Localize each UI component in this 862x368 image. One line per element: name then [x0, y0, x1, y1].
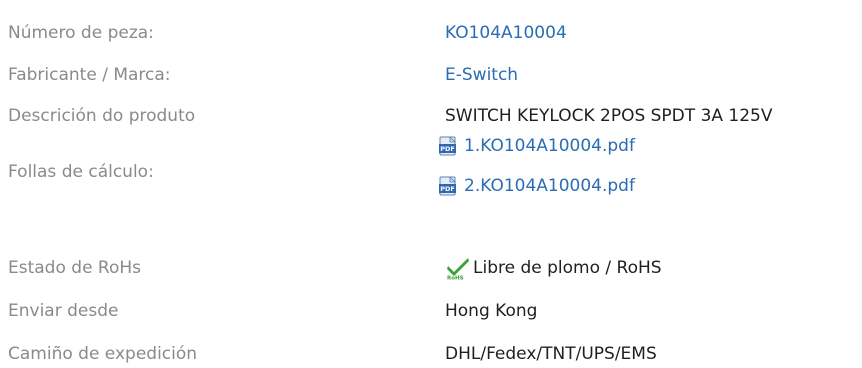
part-number-row: Número de peza: KO104A10004 — [8, 19, 862, 47]
pdf-icon: PDF — [439, 136, 456, 156]
manufacturer-link[interactable]: E-Switch — [445, 61, 518, 89]
ship-from-row: Enviar desde Hong Kong — [8, 297, 862, 325]
manufacturer-row: Fabricante / Marca: E-Switch — [8, 61, 862, 89]
rohs-status: RoHS Libre de plomo / RoHS — [445, 254, 662, 282]
rohs-label: Estado de RoHs — [8, 258, 142, 278]
svg-text:PDF: PDF — [440, 145, 455, 153]
ship-from-value: Hong Kong — [445, 301, 538, 321]
part-number-link[interactable]: KO104A10004 — [445, 19, 567, 47]
svg-text:RoHS: RoHS — [447, 276, 464, 281]
pdf-icon: PDF — [439, 176, 456, 196]
datasheets-row: Follas de cálculo: — [8, 158, 862, 186]
description-label: Descrición do produto — [8, 106, 196, 126]
datasheet-link-2[interactable]: PDF 2.KO104A10004.pdf — [438, 174, 635, 198]
svg-text:PDF: PDF — [440, 185, 455, 193]
rohs-value: Libre de plomo / RoHS — [473, 258, 662, 278]
rohs-check-icon: RoHS — [447, 258, 469, 281]
datasheet-file-1[interactable]: 1.KO104A10004.pdf — [464, 134, 635, 158]
rohs-row: Estado de RoHs RoHS Libre de plomo / RoH… — [8, 254, 862, 282]
ship-from-label: Enviar desde — [8, 301, 119, 321]
description-value: SWITCH KEYLOCK 2POS SPDT 3A 125V — [445, 106, 773, 126]
datasheets-label: Follas de cálculo: — [8, 162, 154, 182]
description-row: Descrición do produto SWITCH KEYLOCK 2PO… — [8, 102, 862, 130]
part-number-label: Número de peza: — [8, 23, 154, 43]
datasheet-link-1[interactable]: PDF 1.KO104A10004.pdf — [438, 134, 635, 158]
datasheet-file-2[interactable]: 2.KO104A10004.pdf — [464, 174, 635, 198]
manufacturer-label: Fabricante / Marca: — [8, 65, 171, 85]
